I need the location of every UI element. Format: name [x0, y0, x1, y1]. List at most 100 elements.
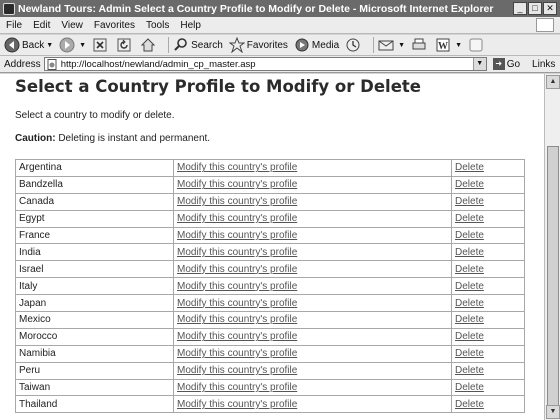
scroll-up-arrow-icon[interactable]: ▲ [546, 75, 560, 89]
menu-edit[interactable]: Edit [33, 20, 50, 31]
delete-link[interactable]: Delete [455, 213, 484, 224]
delete-link[interactable]: Delete [455, 382, 484, 393]
delete-link[interactable]: Delete [455, 399, 484, 410]
delete-link[interactable]: Delete [455, 365, 484, 376]
mail-dropdown-icon[interactable]: ▼ [398, 42, 405, 49]
delete-link[interactable]: Delete [455, 348, 484, 359]
mail-button[interactable]: ▼ [378, 37, 405, 53]
country-table: Argentina Modify this country's profile De… [15, 159, 525, 414]
print-icon [411, 37, 427, 53]
delete-link[interactable]: Delete [455, 314, 484, 325]
toolbar-separator [373, 37, 375, 53]
country-name: Israel [15, 260, 174, 279]
country-name: Thailand [15, 395, 174, 414]
search-button[interactable]: Search [173, 37, 223, 53]
modify-profile-link[interactable]: Modify this country's profile [177, 162, 297, 173]
country-name: Japan [15, 294, 174, 313]
delete-cell: Delete [451, 294, 525, 313]
delete-link[interactable]: Delete [455, 162, 484, 173]
menu-view[interactable]: View [61, 20, 83, 31]
modify-profile-link[interactable]: Modify this country's profile [177, 281, 297, 292]
page-content: Select a Country Profile to Modify or De… [15, 77, 530, 414]
minimize-button[interactable]: _ [513, 2, 527, 15]
country-name: Bandzella [15, 175, 174, 194]
media-button[interactable]: Media [294, 37, 339, 53]
delete-link[interactable]: Delete [455, 179, 484, 190]
table-row: India Modify this country's profile Delete [15, 243, 525, 262]
modify-cell: Modify this country's profile [173, 243, 452, 262]
modify-profile-link[interactable]: Modify this country's profile [177, 331, 297, 342]
favorites-button[interactable]: Favorites [228, 37, 288, 53]
back-dropdown-icon[interactable]: ▼ [46, 42, 53, 49]
refresh-button[interactable] [116, 37, 134, 53]
modify-cell: Modify this country's profile [173, 395, 452, 414]
modify-profile-link[interactable]: Modify this country's profile [177, 399, 297, 410]
modify-cell: Modify this country's profile [173, 209, 452, 228]
menu-file[interactable]: File [6, 20, 22, 31]
modify-profile-link[interactable]: Modify this country's profile [177, 298, 297, 309]
vertical-scrollbar[interactable]: ▲ ▼ [544, 74, 560, 420]
history-button[interactable] [345, 37, 363, 53]
table-row: Italy Modify this country's profile Delete [15, 277, 525, 296]
modify-profile-link[interactable]: Modify this country's profile [177, 264, 297, 275]
menu-help[interactable]: Help [180, 20, 201, 31]
forward-dropdown-icon[interactable]: ▼ [79, 42, 86, 49]
address-input[interactable]: http://localhost/newland/admin_cp_master… [43, 57, 487, 71]
modify-cell: Modify this country's profile [173, 159, 452, 177]
delete-link[interactable]: Delete [455, 264, 484, 275]
country-name: Morocco [15, 327, 174, 346]
modify-profile-link[interactable]: Modify this country's profile [177, 247, 297, 258]
discuss-button[interactable] [468, 37, 486, 53]
close-button[interactable]: ✕ [543, 2, 557, 15]
delete-link[interactable]: Delete [455, 331, 484, 342]
delete-cell: Delete [451, 260, 525, 279]
go-button[interactable]: ➜ Go [492, 58, 520, 70]
forward-button[interactable]: ▼ [59, 37, 86, 53]
modify-profile-link[interactable]: Modify this country's profile [177, 348, 297, 359]
links-button[interactable]: Links [532, 59, 555, 70]
modify-profile-link[interactable]: Modify this country's profile [177, 365, 297, 376]
edit-button[interactable]: W ▼ [435, 37, 462, 53]
modify-profile-link[interactable]: Modify this country's profile [177, 213, 297, 224]
delete-link[interactable]: Delete [455, 247, 484, 258]
discuss-icon [468, 37, 484, 53]
modify-cell: Modify this country's profile [173, 226, 452, 245]
modify-cell: Modify this country's profile [173, 344, 452, 363]
windows-logo-icon [536, 18, 554, 32]
print-button[interactable] [411, 37, 429, 53]
scroll-down-arrow-icon[interactable]: ▼ [546, 405, 560, 419]
delete-cell: Delete [451, 378, 525, 397]
delete-link[interactable]: Delete [455, 196, 484, 207]
edit-dropdown-icon[interactable]: ▼ [455, 42, 462, 49]
home-button[interactable] [140, 37, 158, 53]
modify-cell: Modify this country's profile [173, 378, 452, 397]
modify-profile-link[interactable]: Modify this country's profile [177, 179, 297, 190]
back-label: Back [22, 39, 45, 51]
maximize-button[interactable]: □ [528, 2, 542, 15]
table-row: Egypt Modify this country's profile Delete [15, 209, 525, 228]
scrollbar-thumb[interactable] [547, 146, 559, 406]
delete-cell: Delete [451, 395, 525, 414]
back-arrow-icon [4, 37, 20, 53]
forward-arrow-icon [59, 37, 75, 53]
favorites-star-icon [228, 37, 245, 53]
modify-cell: Modify this country's profile [173, 327, 452, 346]
menu-favorites[interactable]: Favorites [94, 20, 135, 31]
modify-cell: Modify this country's profile [173, 175, 452, 194]
delete-link[interactable]: Delete [455, 298, 484, 309]
modify-profile-link[interactable]: Modify this country's profile [177, 230, 297, 241]
stop-button[interactable] [92, 37, 110, 53]
modify-profile-link[interactable]: Modify this country's profile [177, 314, 297, 325]
modify-profile-link[interactable]: Modify this country's profile [177, 196, 297, 207]
modify-profile-link[interactable]: Modify this country's profile [177, 382, 297, 393]
delete-link[interactable]: Delete [455, 230, 484, 241]
favorites-label: Favorites [246, 39, 288, 51]
back-button[interactable]: Back ▼ [4, 37, 53, 53]
delete-link[interactable]: Delete [455, 281, 484, 292]
table-row: Thailand Modify this country's profile Del… [15, 395, 525, 414]
table-row: Peru Modify this country's profile Delete [15, 361, 525, 380]
window-title-bar[interactable]: Newland Tours: Admin Select a Country Pr… [0, 0, 560, 17]
modify-cell: Modify this country's profile [173, 294, 452, 313]
menu-tools[interactable]: Tools [146, 20, 169, 31]
address-dropdown-icon[interactable]: ▼ [472, 58, 486, 70]
